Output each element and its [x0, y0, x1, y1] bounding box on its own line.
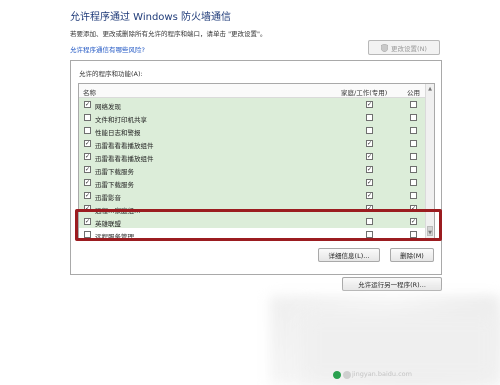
program-enable-checkbox[interactable] — [84, 192, 91, 199]
program-name: 迅雷下载服务 — [95, 168, 134, 176]
allowed-programs-label: 允许的程序和功能(A): — [79, 70, 143, 78]
public-checkbox[interactable] — [410, 192, 417, 199]
public-checkbox[interactable] — [410, 127, 417, 134]
public-checkbox[interactable] — [410, 101, 417, 108]
public-checkbox[interactable] — [410, 179, 417, 186]
column-header-name[interactable]: 名称 — [83, 87, 96, 97]
program-row[interactable]: 迅雷看看看播放组件 — [79, 150, 428, 163]
program-name: 文件和打印机共享 — [95, 116, 147, 124]
risk-help-link[interactable]: 允许程序通信有哪些风险? — [70, 44, 145, 54]
home-work-checkbox[interactable] — [366, 166, 373, 173]
column-header-public[interactable]: 公用 — [407, 87, 420, 97]
home-work-checkbox[interactable] — [366, 153, 373, 160]
home-work-checkbox[interactable] — [366, 192, 373, 199]
program-name: 迅雷影音 — [95, 194, 121, 202]
program-enable-checkbox[interactable] — [84, 127, 91, 134]
program-name: 网络发现 — [95, 103, 121, 111]
details-button[interactable]: 详细信息(L)... — [318, 248, 380, 262]
watermark-dot-green — [333, 371, 341, 379]
public-checkbox[interactable] — [410, 114, 417, 121]
program-row[interactable]: 网络发现 — [79, 98, 428, 111]
instructions-text: 若要添加、更改或删除所有允许的程序和端口，请单击 "更改设置"。 — [70, 30, 267, 38]
program-name: 迅雷看看看播放组件 — [95, 155, 154, 163]
program-row[interactable]: 迅雷看看看播放组件 — [79, 137, 428, 150]
public-checkbox[interactable] — [410, 140, 417, 147]
program-row[interactable]: 迅雷下载服务 — [79, 163, 428, 176]
page-title: 允许程序通过 Windows 防火墙通信 — [70, 12, 231, 23]
change-settings-button[interactable]: 更改设置(N) — [368, 40, 440, 55]
program-enable-checkbox[interactable] — [84, 114, 91, 121]
home-work-checkbox[interactable] — [366, 127, 373, 134]
uac-shield-icon — [381, 43, 389, 52]
highlight-box — [75, 209, 442, 241]
allow-another-program-button[interactable]: 允许运行另一程序(R)... — [342, 277, 442, 291]
home-work-checkbox[interactable] — [366, 101, 373, 108]
program-enable-checkbox[interactable] — [84, 153, 91, 160]
program-name: 迅雷下载服务 — [95, 181, 134, 189]
public-checkbox[interactable] — [410, 166, 417, 173]
program-row[interactable]: 文件和打印机共享 — [79, 111, 428, 124]
home-work-checkbox[interactable] — [366, 114, 373, 121]
program-row[interactable]: 迅雷影音 — [79, 189, 428, 202]
delete-button[interactable]: 删除(M) — [390, 248, 434, 262]
change-settings-label: 更改设置(N) — [391, 44, 427, 53]
program-enable-checkbox[interactable] — [84, 101, 91, 108]
watermark-text: jingyan.baidu.com — [352, 370, 412, 378]
program-row[interactable]: 性能日志和警报 — [79, 124, 428, 137]
program-row[interactable]: 迅雷下载服务 — [79, 176, 428, 189]
home-work-checkbox[interactable] — [366, 179, 373, 186]
column-header-home-work[interactable]: 家庭/工作(专用) — [341, 87, 387, 97]
program-name: 性能日志和警报 — [95, 129, 141, 137]
allowed-programs-panel: 允许的程序和功能(A): 名称 家庭/工作(专用) 公用 网络发现文件和打印机共… — [70, 60, 442, 275]
program-enable-checkbox[interactable] — [84, 179, 91, 186]
home-work-checkbox[interactable] — [366, 140, 373, 147]
program-name: 迅雷看看看播放组件 — [95, 142, 154, 150]
program-enable-checkbox[interactable] — [84, 140, 91, 147]
watermark-dot-gray — [343, 371, 351, 379]
public-checkbox[interactable] — [410, 153, 417, 160]
scroll-up-arrow[interactable]: ▲ — [427, 86, 433, 92]
program-enable-checkbox[interactable] — [84, 166, 91, 173]
list-header: 名称 家庭/工作(专用) 公用 — [79, 84, 428, 98]
